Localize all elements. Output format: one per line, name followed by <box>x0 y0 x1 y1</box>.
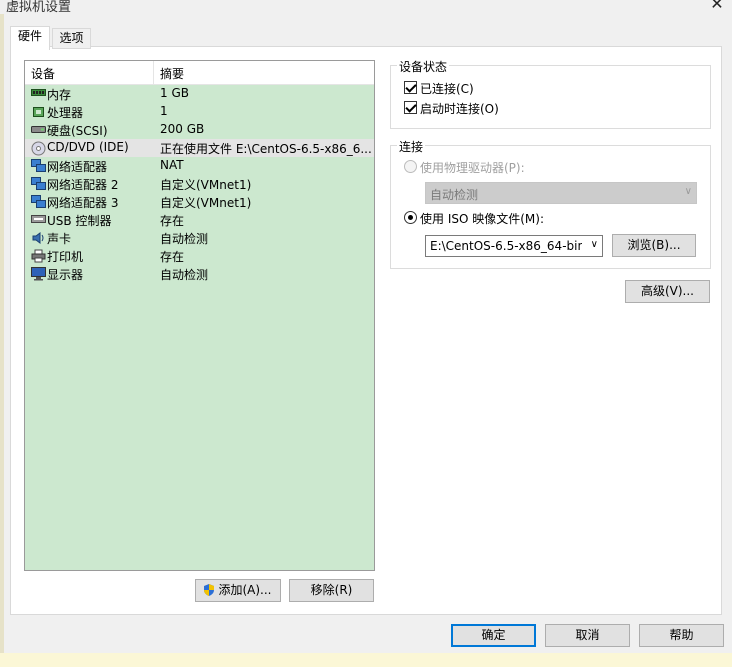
device-name: 处理器 <box>47 106 84 120</box>
device-summary: 存在 <box>160 250 185 264</box>
device-row[interactable]: USB 控制器 存在 <box>25 211 374 229</box>
sound-card-icon <box>31 231 46 245</box>
device-summary: 1 GB <box>160 86 189 100</box>
connect-at-power-on-label: 启动时连接(O) <box>420 102 499 116</box>
advanced-button[interactable]: 高级(V)... <box>625 280 710 303</box>
device-row[interactable]: 网络适配器 3 自定义(VMnet1) <box>25 193 374 211</box>
shield-icon <box>204 584 214 596</box>
device-row[interactable]: 打印机 存在 <box>25 247 374 265</box>
device-row[interactable]: 声卡 自动检测 <box>25 229 374 247</box>
device-name: CD/DVD (IDE) <box>47 140 129 154</box>
device-name: USB 控制器 <box>47 214 112 228</box>
device-summary: 自动检测 <box>160 268 209 282</box>
memory-icon <box>31 87 46 101</box>
connected-checkbox[interactable] <box>404 81 417 94</box>
device-summary: 200 GB <box>160 122 205 136</box>
network-adapter-icon <box>31 159 46 173</box>
tab-options[interactable]: 选项 <box>52 28 91 49</box>
device-list[interactable]: 设备 摘要 内存 1 GB 处理器 1 硬盘(SCSI) 200 GB CD/DVD (ID… <box>24 60 375 571</box>
vm-settings-dialog: 虚拟机设置 ✕ 硬件 选项 设备 摘要 内存 1 GB 处理器 1 硬盘(SCSI) 20… <box>0 0 732 667</box>
device-row[interactable]: CD/DVD (IDE) 正在使用文件 E:\CentOS-6.5-x86_6..… <box>25 139 374 157</box>
network-adapter-icon <box>31 195 46 209</box>
cancel-button[interactable]: 取消 <box>545 624 630 647</box>
window-shadow-left <box>0 14 4 654</box>
iso-image-label: 使用 ISO 映像文件(M): <box>420 212 544 226</box>
physical-drive-radio[interactable] <box>404 160 417 173</box>
device-row[interactable]: 网络适配器 NAT <box>25 157 374 175</box>
chevron-down-icon: ∨ <box>588 239 598 250</box>
device-row[interactable]: 网络适配器 2 自定义(VMnet1) <box>25 175 374 193</box>
device-row[interactable]: 硬盘(SCSI) 200 GB <box>25 121 374 139</box>
device-summary: 1 <box>160 104 168 118</box>
device-name: 显示器 <box>47 268 84 282</box>
device-name: 内存 <box>47 88 72 102</box>
device-name: 硬盘(SCSI) <box>47 124 108 138</box>
physical-drive-select[interactable]: 自动检测 ∨ <box>425 182 697 204</box>
browse-button[interactable]: 浏览(B)... <box>612 234 696 257</box>
cd-dvd-icon <box>31 141 46 156</box>
add-device-button[interactable]: 添加(A)... <box>195 579 281 602</box>
hard-disk-icon <box>31 123 46 137</box>
device-row[interactable]: 处理器 1 <box>25 103 374 121</box>
device-row[interactable]: 显示器 自动检测 <box>25 265 374 283</box>
device-row[interactable]: 内存 1 GB <box>25 85 374 103</box>
iso-path-select[interactable]: E:\CentOS-6.5-x86_64-bin-D ∨ <box>425 235 603 257</box>
chevron-down-icon: ∨ <box>684 186 692 197</box>
ok-button[interactable]: 确定 <box>451 624 536 647</box>
device-list-header: 设备 摘要 <box>25 61 374 85</box>
column-header-summary[interactable]: 摘要 <box>160 65 184 82</box>
iso-path-value: E:\CentOS-6.5-x86_64-bin-D <box>430 239 582 253</box>
connection-title: 连接 <box>397 138 426 155</box>
window-shadow-bottom <box>0 653 732 667</box>
device-summary: 自定义(VMnet1) <box>160 196 252 210</box>
physical-drive-value: 自动检测 <box>430 188 479 202</box>
device-summary: 自定义(VMnet1) <box>160 178 252 192</box>
help-button[interactable]: 帮助 <box>639 624 724 647</box>
device-name: 网络适配器 3 <box>47 196 119 210</box>
device-name: 声卡 <box>47 232 72 246</box>
column-divider[interactable] <box>153 61 154 85</box>
device-summary: NAT <box>160 158 184 172</box>
iso-image-radio[interactable] <box>404 211 417 224</box>
column-header-device[interactable]: 设备 <box>31 65 55 82</box>
connect-at-power-on-checkbox[interactable] <box>404 101 417 114</box>
device-summary: 自动检测 <box>160 232 209 246</box>
remove-device-button[interactable]: 移除(R) <box>289 579 374 602</box>
device-name: 打印机 <box>47 250 84 264</box>
close-icon[interactable]: ✕ <box>704 0 730 14</box>
device-summary: 正在使用文件 E:\CentOS-6.5-x86_6... <box>160 142 372 156</box>
device-summary: 存在 <box>160 214 185 228</box>
device-status-title: 设备状态 <box>397 58 450 75</box>
network-adapter-icon <box>31 177 46 191</box>
usb-icon <box>31 213 46 227</box>
display-icon <box>31 267 46 281</box>
physical-drive-label: 使用物理驱动器(P): <box>420 161 525 175</box>
connected-label: 已连接(C) <box>420 82 474 96</box>
device-name: 网络适配器 2 <box>47 178 119 192</box>
processor-icon <box>31 105 46 119</box>
tab-hardware[interactable]: 硬件 <box>10 26 50 50</box>
printer-icon <box>31 249 46 263</box>
device-name: 网络适配器 <box>47 160 108 174</box>
add-device-label: 添加(A)... <box>218 583 272 597</box>
window-title: 虚拟机设置 <box>6 0 72 15</box>
